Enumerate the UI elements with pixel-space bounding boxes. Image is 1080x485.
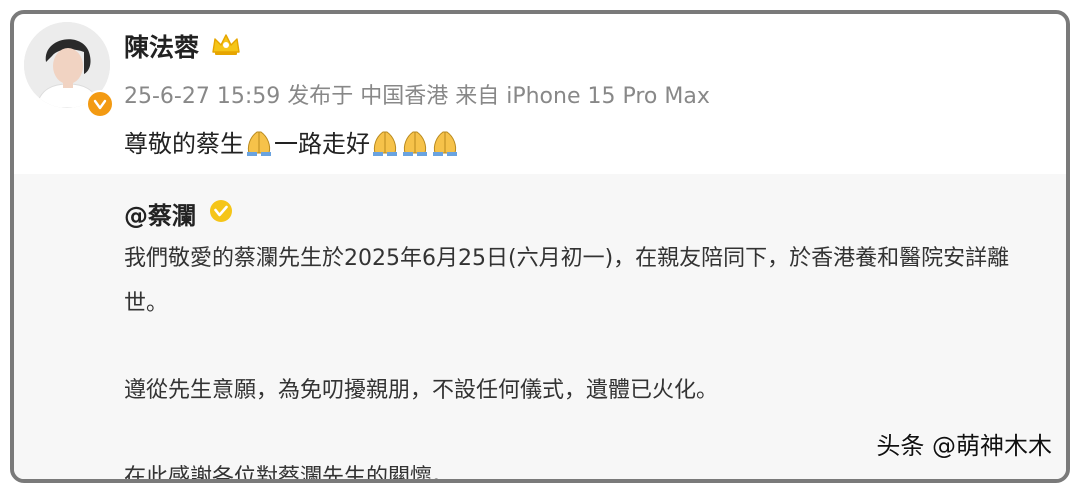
verified-badge-icon bbox=[86, 90, 114, 118]
gold-verified-badge-icon bbox=[208, 198, 234, 228]
praying-hands-icon bbox=[430, 129, 460, 163]
praying-hands-icon bbox=[244, 129, 274, 163]
author-name[interactable]: 陳法蓉 bbox=[124, 28, 199, 64]
praying-hands-icon bbox=[400, 129, 430, 163]
original-author-name[interactable]: @蔡瀾 bbox=[124, 196, 196, 231]
post-text-part1: 尊敬的蔡生 bbox=[124, 130, 244, 158]
praying-hands-icon bbox=[370, 129, 400, 163]
watermark: 头条 @萌神木木 bbox=[876, 432, 1052, 460]
post-text-part2: 一路走好 bbox=[274, 130, 370, 158]
post-text: 尊敬的蔡生 一路走好 bbox=[124, 124, 460, 163]
post-meta: 25-6-27 15:59 发布于 中国香港 来自 iPhone 15 Pro … bbox=[124, 84, 710, 109]
original-paragraph: 我們敬愛的蔡瀾先生於2025年6月25日(六月初一)，在親友陪同下，於香港養和醫… bbox=[124, 246, 1010, 316]
weibo-post-card: 陳法蓉 25-6-27 15:59 发布于 中国香港 来自 iPhone 15 … bbox=[10, 10, 1070, 483]
crown-badge-icon[interactable] bbox=[210, 30, 242, 62]
original-paragraph: 遵從先生意願，為免叨擾親朋，不設任何儀式，遺體已火化。 bbox=[124, 378, 719, 403]
